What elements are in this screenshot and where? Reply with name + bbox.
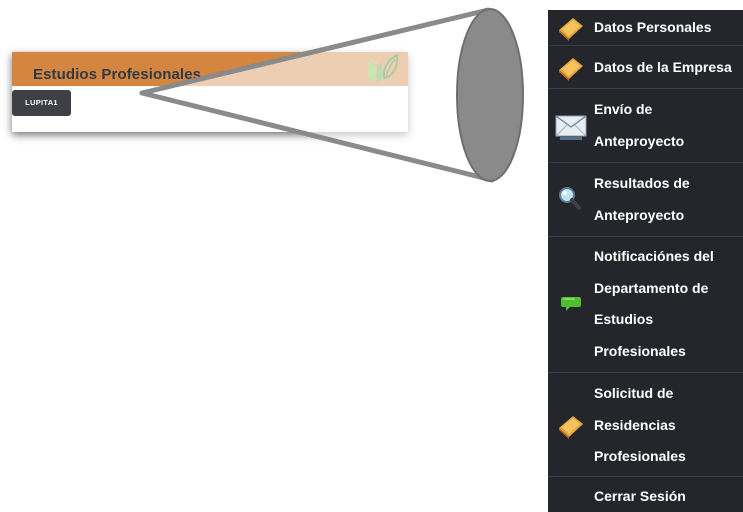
screenshot-stage: Estudios Profesionales LUPITA1 Datos Per… xyxy=(0,0,743,512)
sidebar-item-cerrar-sesion[interactable]: Cerrar Sesión xyxy=(548,478,743,512)
mail-icon xyxy=(555,115,587,140)
divider xyxy=(548,236,743,237)
divider xyxy=(548,88,743,89)
sidebar-item-label: Cerrar Sesión xyxy=(594,488,686,504)
magnifier-icon xyxy=(559,187,581,210)
book-icon xyxy=(559,58,583,81)
book-icon xyxy=(559,18,583,41)
sidebar-item-envio-anteproyecto[interactable]: Envío de Anteproyecto xyxy=(548,90,743,163)
sidebar-item-datos-personales[interactable]: Datos Personales xyxy=(548,10,743,46)
sidebar-item-label: Resultados de Anteproyecto xyxy=(594,175,690,223)
divider xyxy=(548,162,743,163)
book-icon xyxy=(559,416,583,439)
divider xyxy=(548,372,743,373)
sidebar-item-notificaciones[interactable]: Notificaciónes del Departamento de Estud… xyxy=(548,238,743,373)
chat-bubble-icon xyxy=(561,297,581,311)
divider xyxy=(548,45,743,46)
sidebar-item-solicitud-residencias[interactable]: Solicitud de Residencias Profesionales xyxy=(548,374,743,477)
sidebar-item-label: Notificaciónes del Departamento de Estud… xyxy=(594,248,714,359)
user-button[interactable]: LUPITA1 xyxy=(12,90,71,116)
book-leaf-logo-icon xyxy=(368,53,399,83)
sidebar-item-label: Solicitud de Residencias Profesionales xyxy=(594,385,686,464)
divider xyxy=(548,476,743,477)
sidebar-item-label: Datos de la Empresa xyxy=(594,59,732,75)
sidebar-item-label: Envío de Anteproyecto xyxy=(594,101,685,149)
header-card: Estudios Profesionales LUPITA1 xyxy=(12,52,408,132)
sidebar-item-label: Datos Personales xyxy=(594,19,712,35)
page-title: Estudios Profesionales xyxy=(33,66,202,83)
sidebar-item-datos-empresa[interactable]: Datos de la Empresa xyxy=(548,47,743,89)
sidebar-menu: Datos Personales Datos de la Empresa Env… xyxy=(548,10,743,512)
sidebar-item-resultados-anteproyecto[interactable]: Resultados de Anteproyecto xyxy=(548,164,743,237)
